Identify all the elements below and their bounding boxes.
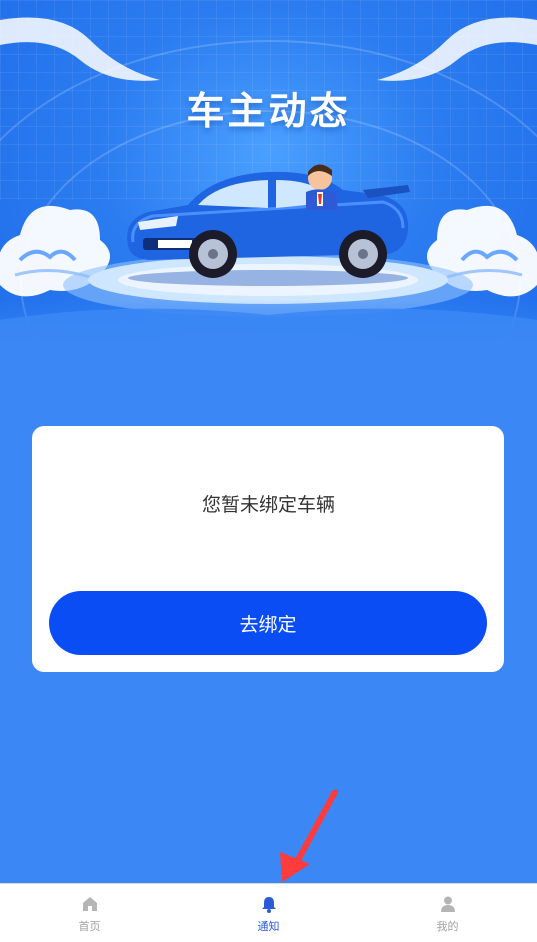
wave-top-right-decoration xyxy=(377,17,537,81)
tab-notifications[interactable]: 通知 xyxy=(179,884,358,942)
tab-home[interactable]: 首页 xyxy=(0,884,179,942)
bottom-tab-bar: 首页 通知 我的 xyxy=(0,883,537,942)
annotation-arrow-icon xyxy=(280,790,338,882)
hero-banner: 车主动态 xyxy=(0,0,537,380)
tab-home-label: 首页 xyxy=(78,920,101,933)
bell-icon xyxy=(261,897,276,913)
tab-notifications-label: 通知 xyxy=(257,920,280,933)
user-icon xyxy=(440,896,455,912)
tab-profile[interactable]: 我的 xyxy=(358,884,537,942)
wave-top-left-decoration xyxy=(0,17,160,81)
home-icon xyxy=(82,897,97,911)
tab-profile-label: 我的 xyxy=(436,920,459,933)
hero-fade xyxy=(0,300,537,380)
no-vehicle-message: 您暂未绑定车辆 xyxy=(201,494,335,516)
page-title: 车主动态 xyxy=(186,89,351,133)
bind-vehicle-button[interactable]: 去绑定 xyxy=(49,591,487,655)
car-illustration xyxy=(127,164,410,286)
